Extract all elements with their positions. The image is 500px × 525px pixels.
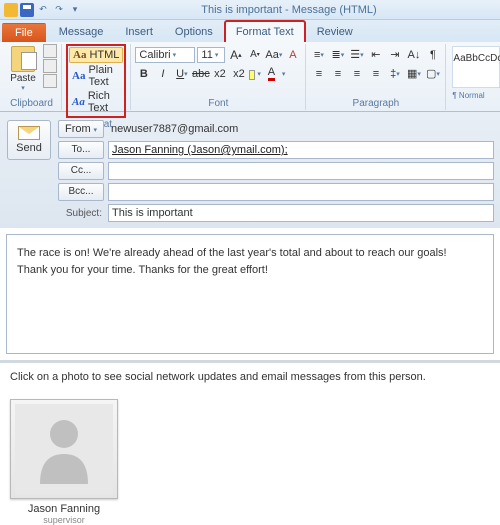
font-color-icon[interactable]: A: [263, 65, 280, 82]
avatar-placeholder-icon: [15, 404, 113, 494]
cc-button[interactable]: Cc...: [58, 162, 104, 180]
message-body[interactable]: The race is on! We're already ahead of t…: [6, 234, 494, 354]
bullets-icon[interactable]: ≡▾: [310, 46, 327, 63]
subscript-button[interactable]: x2: [211, 65, 228, 82]
align-center-icon[interactable]: ≡: [329, 65, 346, 82]
clear-formatting-icon[interactable]: A: [284, 46, 301, 63]
justify-icon[interactable]: ≡: [367, 65, 384, 82]
undo-icon[interactable]: ↶: [36, 3, 50, 17]
paste-label: Paste: [10, 73, 36, 84]
format-html[interactable]: Aa HTML: [69, 47, 123, 63]
title-bar: ↶ ↷ ▾ This is important - Message (HTML): [0, 0, 500, 20]
aa-icon: Aa: [72, 70, 85, 82]
change-case-icon[interactable]: Aa▾: [265, 46, 282, 63]
line-spacing-icon[interactable]: ‡▾: [386, 65, 403, 82]
strikethrough-button[interactable]: abc: [192, 65, 209, 82]
subject-input[interactable]: This is important: [108, 204, 494, 222]
group-paragraph: ≡▾ ≣▾ ☰▾ ⇤ ⇥ A↓ ¶ ≡ ≡ ≡ ≡ ‡▾ ▦▾ ▢▾: [306, 44, 446, 110]
align-right-icon[interactable]: ≡: [348, 65, 365, 82]
bcc-button[interactable]: Bcc...: [58, 183, 104, 201]
italic-button[interactable]: I: [154, 65, 171, 82]
ribbon: Paste ▾ Clipboard Aa HTML Aa Plain Text: [0, 42, 500, 112]
redo-icon[interactable]: ↷: [52, 3, 66, 17]
address-area: Send From ▾ newuser7887@gmail.com To... …: [0, 112, 500, 228]
sort-icon[interactable]: A↓: [405, 46, 422, 63]
highlight-dd[interactable]: ▾: [257, 70, 261, 78]
superscript-button[interactable]: x2: [230, 65, 247, 82]
format-painter-icon[interactable]: [43, 74, 57, 88]
format-plain-text[interactable]: Aa Plain Text: [69, 63, 123, 89]
decrease-indent-icon[interactable]: ⇤: [367, 46, 384, 63]
underline-button[interactable]: U▾: [173, 65, 190, 82]
cut-icon[interactable]: [43, 44, 57, 58]
body-line-1: The race is on! We're already ahead of t…: [17, 245, 483, 262]
tab-insert[interactable]: Insert: [114, 21, 164, 42]
paste-dropdown-icon[interactable]: ▾: [21, 84, 25, 92]
from-button[interactable]: From ▾: [58, 120, 104, 138]
format-html-label: HTML: [89, 49, 119, 61]
format-rich-text[interactable]: Aa Rich Text: [69, 89, 123, 115]
tab-file[interactable]: File: [2, 23, 46, 42]
send-label: Send: [16, 142, 42, 154]
contact-card[interactable]: Jason Fanning supervisor: [10, 399, 118, 525]
font-family-select[interactable]: Calibri▾: [135, 47, 195, 63]
paste-button[interactable]: Paste ▾: [6, 44, 40, 92]
body-line-2: Thank you for your time. Thanks for the …: [17, 262, 483, 279]
align-left-icon[interactable]: ≡: [310, 65, 327, 82]
font-size-select[interactable]: 11▾: [197, 47, 225, 63]
font-group-label: Font: [135, 97, 301, 110]
subject-label: Subject:: [58, 208, 104, 219]
from-input: newuser7887@gmail.com: [108, 120, 494, 138]
tab-review[interactable]: Review: [306, 21, 364, 42]
window-title: This is important - Message (HTML): [82, 4, 496, 16]
send-button[interactable]: Send: [7, 120, 51, 160]
envelope-icon: [18, 126, 40, 140]
to-button[interactable]: To...: [58, 141, 104, 159]
group-format: Aa HTML Aa Plain Text Aa Rich Text Forma…: [62, 44, 131, 110]
bold-button[interactable]: B: [135, 65, 152, 82]
style-normal-label: ¶ Normal: [452, 91, 500, 100]
copy-icon[interactable]: [43, 59, 57, 73]
font-color-dd[interactable]: ▾: [282, 70, 286, 78]
contact-role: supervisor: [10, 515, 118, 525]
tab-format-text[interactable]: Format Text: [224, 20, 306, 42]
contact-name: Jason Fanning: [10, 503, 118, 515]
aa-icon: Aa: [73, 49, 86, 61]
group-styles: AaBbCcDc ¶ Normal AaB ¶ No: [446, 44, 500, 110]
outlook-icon[interactable]: [4, 3, 18, 17]
paragraph-group-label: Paragraph: [310, 97, 441, 110]
cc-input[interactable]: [108, 162, 494, 180]
quick-access-toolbar: ↶ ↷ ▾: [4, 3, 82, 17]
shading-icon[interactable]: ▦▾: [405, 65, 422, 82]
tab-options[interactable]: Options: [164, 21, 224, 42]
group-clipboard: Paste ▾ Clipboard: [2, 44, 62, 110]
aa-icon: Aa: [72, 96, 85, 108]
style-normal[interactable]: AaBbCcDc: [452, 46, 500, 88]
format-plain-label: Plain Text: [88, 64, 120, 88]
format-rich-label: Rich Text: [88, 90, 121, 114]
highlight-icon[interactable]: [249, 70, 255, 80]
grow-font-icon[interactable]: A▴: [227, 46, 244, 63]
clipboard-side-buttons: [43, 44, 57, 88]
shrink-font-icon[interactable]: A▾: [246, 46, 263, 63]
show-marks-icon[interactable]: ¶: [424, 46, 441, 63]
clipboard-group-label: Clipboard: [6, 97, 57, 110]
contact-photo-frame: [10, 399, 118, 499]
paste-icon: [11, 46, 35, 72]
qat-dropdown-icon[interactable]: ▾: [68, 3, 82, 17]
numbering-icon[interactable]: ≣▾: [329, 46, 346, 63]
group-font: Calibri▾ 11▾ A▴ A▾ Aa▾ A B I U▾ abc x2 x…: [131, 44, 306, 110]
bcc-input[interactable]: [108, 183, 494, 201]
save-icon[interactable]: [20, 3, 34, 17]
borders-icon[interactable]: ▢▾: [424, 65, 441, 82]
multilevel-icon[interactable]: ☰▾: [348, 46, 365, 63]
increase-indent-icon[interactable]: ⇥: [386, 46, 403, 63]
to-input[interactable]: Jason Fanning (Jason@ymail.com);: [108, 141, 494, 159]
tab-message[interactable]: Message: [48, 21, 115, 42]
format-box: Aa HTML Aa Plain Text Aa Rich Text: [66, 44, 126, 118]
people-pane-hint: Click on a photo to see social network u…: [0, 363, 500, 391]
ribbon-tabs: File Message Insert Options Format Text …: [0, 20, 500, 42]
